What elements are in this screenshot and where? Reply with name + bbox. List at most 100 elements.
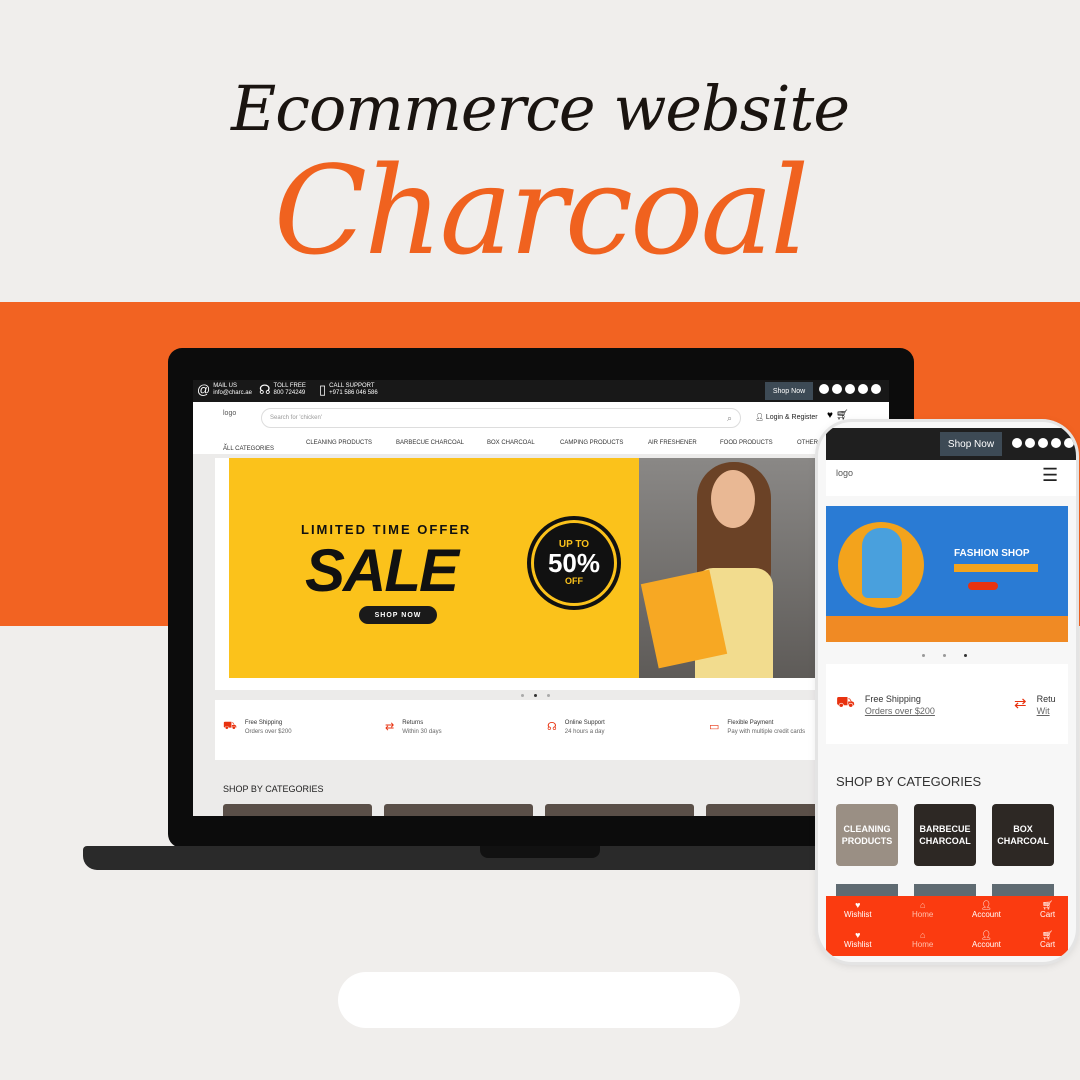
toll-free[interactable]: ☊ TOLL FREE 800 724249 — [259, 383, 306, 397]
instagram-icon[interactable] — [1025, 438, 1035, 448]
nav-item-camping[interactable]: CAMPING PRODUCTS — [560, 440, 623, 446]
nav-home[interactable]: ⌂ Home — [912, 930, 933, 949]
swap-icon: ⇄ — [1014, 695, 1027, 712]
search-input[interactable]: Search for 'chicken' ⌕ — [261, 408, 741, 428]
feature-title: Returns — [402, 720, 424, 726]
toll-label: TOLL FREE — [273, 383, 306, 389]
carousel-dot[interactable] — [943, 654, 946, 657]
feature-title: Online Support — [564, 720, 605, 726]
hero-banner[interactable]: LIMITED TIME OFFER SALE SHOP NOW UP TO 5… — [215, 458, 821, 690]
feature-sub: Pay with multiple credit cards — [727, 729, 806, 735]
nav-item-barbecue[interactable]: BARBECUE CHARCOAL — [396, 440, 464, 446]
nav-cart[interactable]: 🛒︎ Cart — [1040, 900, 1055, 919]
feature-returns: ⇄ Retu Wit — [1014, 694, 1056, 716]
login-label: Login & Register — [765, 414, 818, 421]
nav-cart[interactable]: 🛒︎ Cart — [1040, 930, 1055, 949]
cart-icon: 🛒︎ — [1041, 900, 1054, 910]
category-label: CLEANING — [843, 824, 891, 834]
carousel-dots — [521, 694, 550, 697]
linkedin-icon[interactable] — [1038, 438, 1048, 448]
youtube-icon[interactable] — [1051, 438, 1061, 448]
category-barbecue-charcoal[interactable]: BARBECUE CHARCOAL — [914, 804, 976, 866]
category-cleaning-products[interactable]: CLEANING PRODUCTS — [836, 804, 898, 866]
category-box-charcoal[interactable]: BOX CHARCOAL — [992, 804, 1054, 866]
heart-icon: ♥ — [855, 930, 861, 940]
mobile-logo[interactable]: logo — [836, 468, 853, 478]
banner-bottom-band — [826, 616, 1068, 642]
category-label: CHARCOAL — [997, 836, 1049, 846]
banner-shop-button[interactable] — [968, 582, 998, 590]
nav-wishlist[interactable]: ♥ Wishlist — [844, 900, 872, 919]
linkedin-icon[interactable] — [845, 384, 855, 394]
feature-sub: Orders over $200 — [864, 706, 935, 716]
card-icon: ▭ — [709, 721, 720, 733]
category-tile[interactable] — [384, 804, 533, 816]
banner-shop-now-button[interactable]: SHOP NOW — [359, 606, 437, 624]
facebook-icon[interactable] — [819, 384, 829, 394]
feature-returns: ⇄ Returns Within 30 days — [385, 720, 442, 735]
mobile-bottom-nav-duplicate: ♥ Wishlist ⌂ Home 👤︎ Account 🛒︎ Cart — [826, 926, 1068, 956]
home-icon: ⌂ — [919, 930, 926, 940]
mobile-features: ⛟ Free Shipping Orders over $200 ⇄ Retu Wi… — [826, 664, 1068, 744]
facebook-icon[interactable] — [1012, 438, 1022, 448]
cart-icon[interactable]: 🛒︎ — [836, 410, 849, 421]
nav-item-food[interactable]: FOOD PRODUCTS — [720, 440, 773, 446]
youtube-icon[interactable] — [858, 384, 868, 394]
nav-item-air-freshener[interactable]: AIR FRESHENER — [648, 440, 697, 446]
feature-title: Free Shipping — [864, 694, 921, 704]
nav-account[interactable]: 👤︎ Account — [972, 900, 1001, 919]
banner-title: FASHION SHOP — [954, 548, 1030, 559]
nav-wishlist[interactable]: ♥ Wishlist — [844, 930, 872, 949]
at-icon: @ — [197, 382, 211, 397]
carousel-dot[interactable] — [521, 694, 524, 697]
whatsapp-icon[interactable] — [871, 384, 881, 394]
feature-online-support: ☊ Online Support 24 hours a day — [547, 720, 605, 735]
category-tiles — [223, 804, 855, 816]
discount-badge: UP TO 50% OFF — [531, 520, 617, 606]
login-register-link[interactable]: 👤︎ Login & Register — [755, 413, 818, 421]
shop-by-categories-heading: SHOP BY CATEGORIES — [223, 784, 324, 794]
feature-free-shipping: ⛟ Free Shipping Orders over $200 — [223, 720, 292, 735]
category-label: BARBECUE — [919, 824, 971, 834]
desktop-header: logo Search for 'chicken' ⌕ 👤︎ Login & R… — [193, 402, 889, 434]
nav-account[interactable]: 👤︎ Account — [972, 930, 1001, 949]
swap-icon: ⇄ — [385, 721, 395, 733]
nav-label: Account — [972, 940, 1001, 949]
heart-icon: ♥ — [855, 900, 861, 910]
hamburger-menu-icon[interactable]: ☰ — [1042, 465, 1058, 486]
call-support[interactable]: ▯ CALL SUPPORT +971 586 046 586 — [319, 383, 378, 397]
laptop-notch — [480, 846, 600, 858]
mail-value: info@charc.ae — [213, 390, 252, 396]
call-label: CALL SUPPORT — [329, 383, 375, 389]
carousel-dot[interactable] — [547, 694, 550, 697]
nav-home[interactable]: ⌂ Home — [912, 900, 933, 919]
instagram-icon[interactable] — [832, 384, 842, 394]
header-icons: ♥ 🛒︎ — [827, 410, 848, 421]
banner-subtitle-bar — [954, 564, 1038, 572]
mail-us[interactable]: @ MAIL US info@charc.ae — [197, 383, 252, 397]
feature-title: Free Shipping — [244, 720, 283, 726]
logo[interactable]: logo — [223, 410, 236, 417]
mobile-shop-now-button[interactable]: Shop Now — [940, 432, 1002, 456]
whatsapp-icon[interactable] — [1064, 438, 1074, 448]
nav-item-all-categories[interactable]: ALL CATEGORIES ⌄ — [223, 440, 274, 452]
carousel-dot-active[interactable] — [534, 694, 537, 697]
nav-label: Cart — [1040, 940, 1056, 949]
carousel-dot-active[interactable] — [964, 654, 967, 657]
category-tile[interactable] — [545, 804, 694, 816]
nav-item-box-charcoal[interactable]: BOX CHARCOAL — [487, 440, 535, 446]
category-nav: ALL CATEGORIES ⌄ CLEANING PRODUCTS BARBE… — [193, 434, 889, 454]
nav-item-cleaning[interactable]: CLEANING PRODUCTS — [306, 440, 372, 446]
category-tile[interactable] — [223, 804, 372, 816]
truck-icon: ⛟ — [223, 720, 237, 732]
headset-icon: ☊ — [259, 382, 271, 397]
mobile-banner[interactable]: FASHION SHOP — [826, 506, 1068, 642]
nav-label: Home — [912, 940, 934, 949]
wishlist-icon[interactable]: ♥ — [827, 410, 833, 421]
shop-now-button[interactable]: Shop Now — [765, 382, 813, 400]
hero-title-line1: Ecommerce website — [230, 72, 850, 145]
carousel-dot[interactable] — [922, 654, 925, 657]
mobile-carousel-dots — [922, 654, 967, 657]
search-icon[interactable]: ⌕ — [727, 413, 732, 424]
category-label: PRODUCTS — [841, 836, 893, 846]
